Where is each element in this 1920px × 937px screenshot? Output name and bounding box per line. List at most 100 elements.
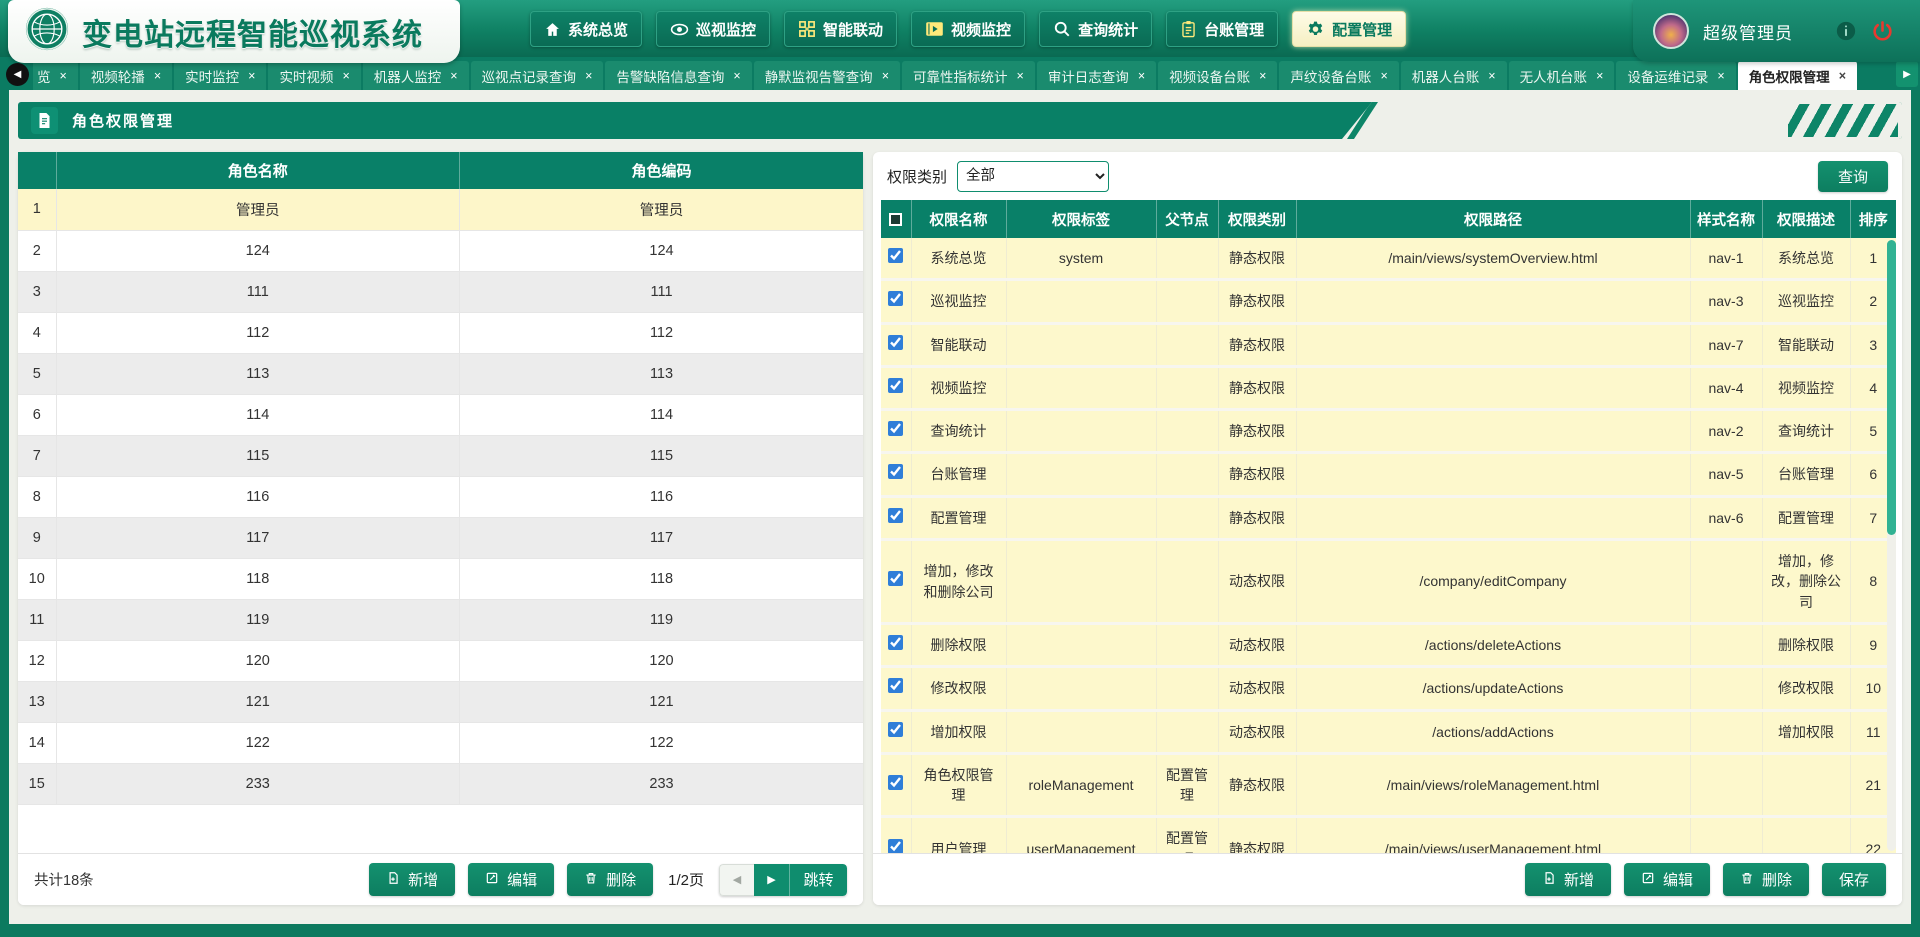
role-row-4[interactable]: 4112112 (18, 312, 863, 353)
nav-button-6[interactable]: 配置管理 (1292, 11, 1406, 47)
tab-13[interactable]: 无人机台账× (1509, 61, 1615, 90)
power-icon[interactable] (1871, 20, 1894, 43)
tab-close-icon[interactable]: × (154, 69, 161, 83)
next-page-icon[interactable]: ▶ (754, 864, 789, 896)
role-edit-button[interactable]: 编辑 (468, 863, 554, 896)
tab-10[interactable]: 视频设备台账× (1158, 61, 1277, 90)
permission-delete-button[interactable]: 删除 (1723, 863, 1809, 896)
tab-close-icon[interactable]: × (882, 69, 889, 83)
row-checkbox[interactable] (888, 421, 903, 436)
info-icon[interactable] (1835, 20, 1857, 42)
tab-2[interactable]: 实时监控× (174, 61, 266, 90)
role-row-9[interactable]: 9117117 (18, 517, 863, 558)
nav-button-5[interactable]: 台账管理 (1166, 11, 1278, 47)
tab-close-icon[interactable]: × (342, 69, 349, 83)
jump-page-button[interactable]: 跳转 (789, 864, 847, 896)
nav-button-4[interactable]: 查询统计 (1039, 11, 1152, 47)
permission-row-12[interactable]: 用户管理userManagement配置管理静态权限/main/views/us… (881, 817, 1896, 853)
row-checkbox[interactable] (888, 378, 903, 393)
tab-close-icon[interactable]: × (60, 69, 67, 83)
tab-3[interactable]: 实时视频× (268, 61, 360, 90)
permission-row-2[interactable]: 智能联动静态权限nav-7智能联动3 (881, 323, 1896, 366)
tab-close-icon[interactable]: × (733, 69, 740, 83)
row-checkbox[interactable] (888, 291, 903, 306)
row-checkbox[interactable] (888, 635, 903, 650)
row-checkbox[interactable] (888, 335, 903, 350)
role-row-12[interactable]: 12120120 (18, 640, 863, 681)
tab-close-icon[interactable]: × (1839, 69, 1846, 83)
permission-row-4[interactable]: 查询统计静态权限nav-2查询统计5 (881, 410, 1896, 453)
tab-15[interactable]: 角色权限管理× (1738, 61, 1857, 90)
permission-row-1[interactable]: 巡视监控静态权限nav-3巡视监控2 (881, 280, 1896, 323)
nav-button-1[interactable]: 巡视监控 (656, 11, 770, 47)
search-button[interactable]: 查询 (1818, 161, 1888, 192)
role-row-7[interactable]: 7115115 (18, 435, 863, 476)
role-row-2[interactable]: 2124124 (18, 230, 863, 271)
tab-close-icon[interactable]: × (1488, 69, 1495, 83)
tab-close-icon[interactable]: × (450, 69, 457, 83)
tab-7[interactable]: 静默监视告警查询× (754, 61, 900, 90)
tab-close-icon[interactable]: × (1017, 69, 1024, 83)
permission-edit-button[interactable]: 编辑 (1624, 863, 1710, 896)
role-add-button[interactable]: 新增 (369, 863, 455, 896)
row-checkbox[interactable] (888, 571, 903, 586)
row-checkbox[interactable] (888, 508, 903, 523)
tab-scroll-right-icon[interactable]: ▶ (1896, 61, 1918, 87)
permission-save-button[interactable]: 保存 (1822, 863, 1886, 896)
role-row-6[interactable]: 6114114 (18, 394, 863, 435)
tab-close-icon[interactable]: × (1259, 69, 1266, 83)
tab-close-icon[interactable]: × (1596, 69, 1603, 83)
role-row-15[interactable]: 15233233 (18, 763, 863, 804)
role-row-1[interactable]: 1管理员管理员 (18, 189, 863, 230)
role-row-5[interactable]: 5113113 (18, 353, 863, 394)
nav-button-3[interactable]: 视频监控 (911, 11, 1025, 47)
role-row-8[interactable]: 8116116 (18, 476, 863, 517)
role-row-11[interactable]: 11119119 (18, 599, 863, 640)
row-checkbox[interactable] (888, 678, 903, 693)
permission-row-3[interactable]: 视频监控静态权限nav-4视频监控4 (881, 366, 1896, 409)
role-row-14[interactable]: 14122122 (18, 722, 863, 763)
select-all-checkbox[interactable] (881, 200, 911, 238)
permission-category-select[interactable]: 全部 (957, 161, 1109, 192)
tab-1[interactable]: 视频轮播× (80, 61, 172, 90)
permission-row-6[interactable]: 配置管理静态权限nav-6配置管理7 (881, 496, 1896, 539)
avatar[interactable] (1653, 13, 1689, 49)
role-delete-button[interactable]: 删除 (567, 863, 653, 896)
row-checkbox[interactable] (888, 464, 903, 479)
tab-close-icon[interactable]: × (1380, 69, 1387, 83)
tab-close-icon[interactable]: × (1138, 69, 1145, 83)
tab-0[interactable]: 览× (33, 61, 78, 90)
tab-5[interactable]: 巡视点记录查询× (471, 61, 604, 90)
permission-row-10[interactable]: 增加权限动态权限/actions/addActions增加权限11 (881, 710, 1896, 753)
tab-6[interactable]: 告警缺陷信息查询× (605, 61, 751, 90)
tab-4[interactable]: 机器人监控× (363, 61, 469, 90)
row-checkbox[interactable] (888, 722, 903, 737)
tab-11[interactable]: 声纹设备台账× (1279, 61, 1398, 90)
row-checkbox[interactable] (888, 839, 903, 853)
nav-button-0[interactable]: 系统总览 (530, 11, 642, 47)
row-checkbox[interactable] (888, 248, 903, 263)
permission-add-button[interactable]: 新增 (1525, 863, 1611, 896)
permission-row-11[interactable]: 角色权限管理roleManagement配置管理静态权限/main/views/… (881, 753, 1896, 817)
nav-button-2[interactable]: 智能联动 (784, 11, 897, 47)
permission-row-9[interactable]: 修改权限动态权限/actions/updateActions修改权限10 (881, 667, 1896, 710)
row-checkbox[interactable] (888, 775, 903, 790)
tab-scroll-left-icon[interactable]: ◀ (6, 63, 29, 86)
scrollbar-thumb[interactable] (1887, 240, 1896, 535)
permission-row-0[interactable]: 系统总览system静态权限/main/views/systemOverview… (881, 238, 1896, 280)
permission-row-7[interactable]: 增加，修改和删除公司动态权限/company/editCompany增加，修改，… (881, 540, 1896, 624)
tab-12[interactable]: 机器人台账× (1401, 61, 1507, 90)
permission-row-8[interactable]: 删除权限动态权限/actions/deleteActions删除权限9 (881, 623, 1896, 666)
tab-close-icon[interactable]: × (248, 69, 255, 83)
tab-close-icon[interactable]: × (1717, 69, 1724, 83)
role-row-13[interactable]: 13121121 (18, 681, 863, 722)
tab-8[interactable]: 可靠性指标统计× (902, 61, 1035, 90)
permission-row-5[interactable]: 台账管理静态权限nav-5台账管理6 (881, 453, 1896, 496)
role-row-10[interactable]: 10118118 (18, 558, 863, 599)
role-code: 115 (460, 435, 864, 476)
role-row-3[interactable]: 3111111 (18, 271, 863, 312)
tab-14[interactable]: 设备运维记录× (1616, 61, 1735, 90)
tab-close-icon[interactable]: × (585, 69, 592, 83)
tab-9[interactable]: 审计日志查询× (1037, 61, 1156, 90)
prev-page-icon[interactable]: ◀ (719, 864, 754, 896)
